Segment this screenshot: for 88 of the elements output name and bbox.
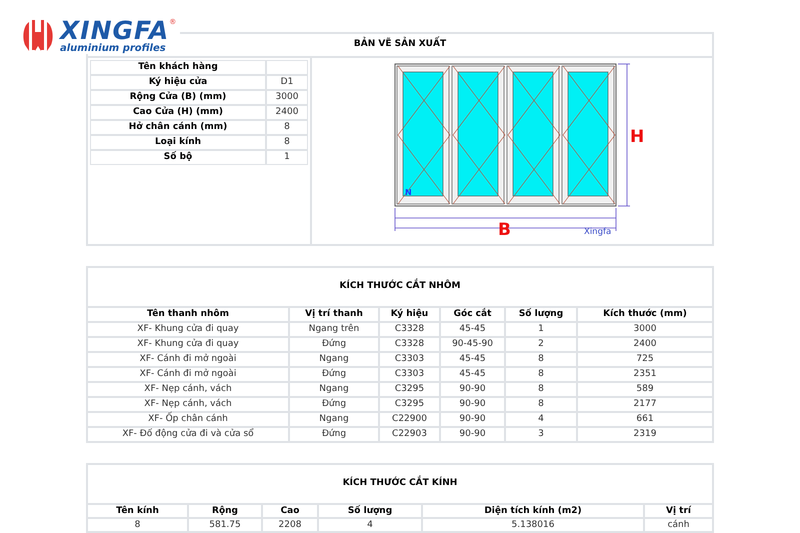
table-cell: XF- Ốp chân cánh <box>88 413 288 426</box>
column-header: Kích thước (mm) <box>578 308 712 321</box>
column-header: Góc cắt <box>441 308 504 321</box>
table-cell: 90-45-90 <box>441 338 504 351</box>
table-cell: Ngang <box>290 353 378 366</box>
spec-value: 8 <box>267 136 307 149</box>
spec-label: Rộng Cửa (B) (mm) <box>91 91 265 104</box>
table-cell: 8 <box>88 519 187 531</box>
table-cell: 45-45 <box>441 368 504 381</box>
table-cell: Đứng <box>290 368 378 381</box>
column-header: Cao <box>263 505 317 517</box>
table-cell: 3000 <box>578 323 712 336</box>
spec-value: 2400 <box>267 106 307 119</box>
table-cell: 4 <box>506 413 576 426</box>
table-cell: XF- Khung cửa đi quay <box>88 338 288 351</box>
table-cell: 90-90 <box>441 413 504 426</box>
table-cell: 45-45 <box>441 323 504 336</box>
table-title: KÍCH THƯỚC CẮT NHÔM <box>340 280 460 294</box>
spec-value: 1 <box>267 151 307 164</box>
column-header: Số lượng <box>506 308 576 321</box>
spec-label: Số bộ <box>91 151 265 164</box>
table-cell: C22903 <box>380 428 439 441</box>
table-cell: 2351 <box>578 368 712 381</box>
height-label: H <box>630 127 644 147</box>
spec-label: Hở chân cánh (mm) <box>91 121 265 134</box>
table-cell: 90-90 <box>441 398 504 411</box>
table-title: KÍCH THƯỚC CẮT KÍNH <box>342 477 458 491</box>
column-header: Vị trí <box>645 505 712 517</box>
table-cell: C3303 <box>380 353 439 366</box>
table-cell: C3295 <box>380 398 439 411</box>
table-cell: Ngang trên <box>290 323 378 336</box>
table-cell: 725 <box>578 353 712 366</box>
table-cell: 45-45 <box>441 353 504 366</box>
table-cell: XF- Nẹp cánh, vách <box>88 383 288 396</box>
width-label: B <box>498 220 511 240</box>
panel-mark: N <box>405 188 412 197</box>
table-cell: C3328 <box>380 323 439 336</box>
table-cell: 8 <box>506 368 576 381</box>
spec-label: Cao Cửa (H) (mm) <box>91 106 265 119</box>
column-header: Diện tích kính (m2) <box>423 505 643 517</box>
table-cell: 8 <box>506 353 576 366</box>
spec-label: Loại kính <box>91 136 265 149</box>
spec-label: Tên khách hàng <box>91 61 265 74</box>
table-cell: 5.138016 <box>423 519 643 531</box>
table-cell: 90-90 <box>441 428 504 441</box>
column-header: Tên kính <box>88 505 187 517</box>
table-cell: C3328 <box>380 338 439 351</box>
table-cell: 661 <box>578 413 712 426</box>
table-cell: XF- Cánh đi mở ngoài <box>88 368 288 381</box>
table-cell: Đứng <box>290 428 378 441</box>
column-header: Rộng <box>189 505 261 517</box>
table-cell: XF- Khung cửa đi quay <box>88 323 288 336</box>
table-cell: 581.75 <box>189 519 261 531</box>
table-cell: 2 <box>506 338 576 351</box>
brand-name: XINGFA <box>60 18 170 42</box>
table-cell: 3 <box>506 428 576 441</box>
drawing-caption: Xingfa <box>584 227 612 237</box>
table-cell: 8 <box>506 383 576 396</box>
column-header: Vị trí thanh <box>290 308 378 321</box>
brand-tagline: aluminium profiles <box>60 42 167 54</box>
table-cell: Ngang <box>290 413 378 426</box>
column-header: Số lượng <box>319 505 421 517</box>
table-cell: 589 <box>578 383 712 396</box>
table-cell: XF- Nẹp cánh, vách <box>88 398 288 411</box>
table-cell: 2208 <box>263 519 317 531</box>
table-cell: Ngang <box>290 383 378 396</box>
table-cell: C3303 <box>380 368 439 381</box>
spec-value: 8 <box>267 121 307 134</box>
table-cell: Đứng <box>290 398 378 411</box>
spec-label: Ký hiệu cửa <box>91 76 265 89</box>
table-cell: cánh <box>645 519 712 531</box>
column-header: Tên thanh nhôm <box>88 308 288 321</box>
table-cell: XF- Đố động cửa đi và cửa sổ <box>88 428 288 441</box>
table-cell: 2177 <box>578 398 712 411</box>
table-cell: 8 <box>506 398 576 411</box>
panel-title: BẢN VẼ SẢN XUẤT <box>354 38 446 52</box>
table-cell: C22900 <box>380 413 439 426</box>
table-cell: Đứng <box>290 338 378 351</box>
column-header: Ký hiệu <box>380 308 439 321</box>
spec-value: D1 <box>267 76 307 89</box>
table-cell: C3295 <box>380 383 439 396</box>
spec-value: 3000 <box>267 91 307 104</box>
table-cell: 1 <box>506 323 576 336</box>
table-cell: 4 <box>319 519 421 531</box>
table-cell: 90-90 <box>441 383 504 396</box>
table-cell: 2319 <box>578 428 712 441</box>
table-cell: 2400 <box>578 338 712 351</box>
table-cell: XF- Cánh đi mở ngoài <box>88 353 288 366</box>
